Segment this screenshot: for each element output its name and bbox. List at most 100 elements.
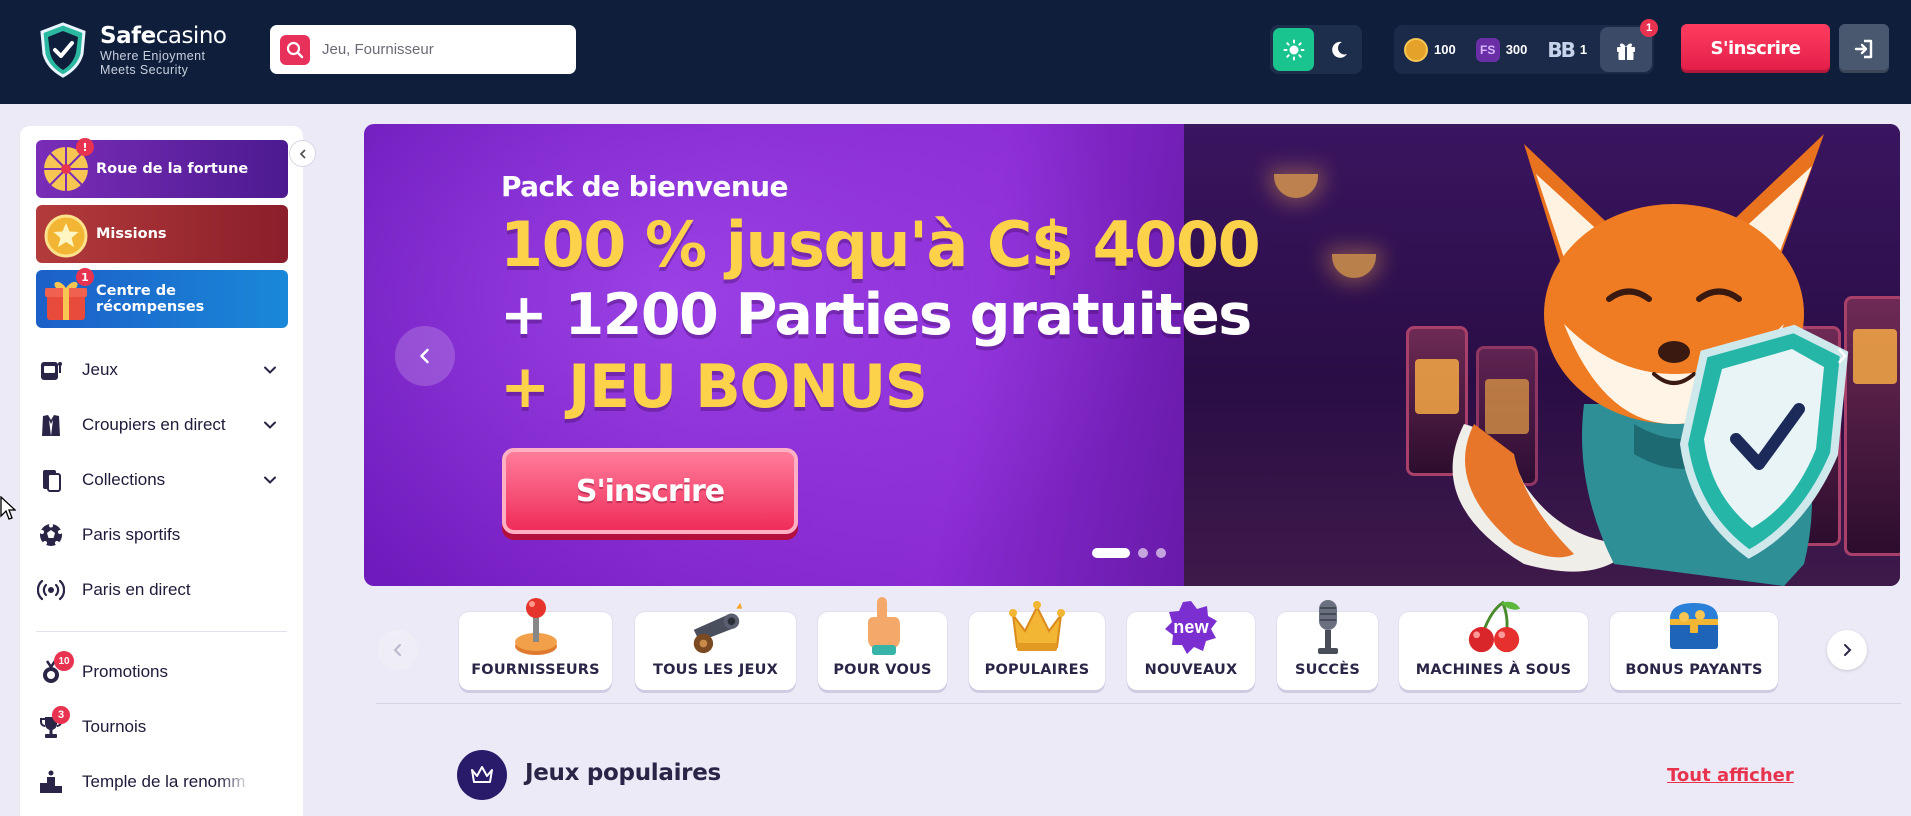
top-header: Safecasino Where Enjoyment Meets Securit… bbox=[0, 0, 1911, 104]
categories-next-button[interactable] bbox=[1827, 630, 1867, 670]
pointing-hand-icon bbox=[853, 596, 913, 658]
mouse-cursor-icon bbox=[0, 496, 16, 520]
banner-pagination bbox=[1092, 548, 1166, 558]
collapse-sidebar-button[interactable] bbox=[289, 140, 316, 167]
welcome-banner[interactable]: Pack de bienvenue 100 % jusqu'à C$ 4000 … bbox=[364, 124, 1900, 586]
banner-next-button[interactable] bbox=[1812, 326, 1872, 386]
dark-mode-button[interactable] bbox=[1318, 28, 1359, 71]
cards-icon bbox=[36, 465, 66, 495]
missions-label: Missions bbox=[96, 226, 167, 242]
category-label: BONUS PAYANTS bbox=[1625, 662, 1763, 678]
sidebar-item-live-dealers[interactable]: Croupiers en direct bbox=[36, 405, 286, 445]
crown-badge-icon bbox=[457, 750, 507, 800]
category-label: MACHINES À SOUS bbox=[1415, 662, 1572, 678]
sidebar-item-hall-of-fame[interactable]: Temple de la renomm bbox=[36, 762, 286, 802]
soccer-ball-icon bbox=[36, 520, 66, 550]
chevron-left-icon bbox=[420, 348, 429, 364]
chevron-down-icon[interactable] bbox=[262, 472, 278, 488]
gift-button[interactable]: 1 bbox=[1600, 19, 1658, 72]
category-slot-machines[interactable]: MACHINES À SOUS bbox=[1399, 600, 1588, 690]
free-spins-icon: FS bbox=[1475, 37, 1500, 62]
sidebar-item-label: Croupiers en direct bbox=[82, 415, 226, 434]
logo-text: Safecasino Where Enjoyment Meets Securit… bbox=[100, 23, 227, 77]
crown-icon bbox=[1007, 596, 1067, 658]
category-bonus-buys[interactable]: BONUS PAYANTS bbox=[1610, 603, 1778, 690]
missions-card[interactable]: Missions bbox=[36, 205, 288, 263]
bonus-buys-balance[interactable]: BB 1 bbox=[1547, 38, 1587, 62]
sidebar-item-collections[interactable]: Collections bbox=[36, 460, 286, 500]
search-box[interactable] bbox=[270, 25, 576, 74]
banner-prev-button[interactable] bbox=[395, 326, 455, 386]
banner-dot[interactable] bbox=[1092, 548, 1130, 558]
gift-icon bbox=[1617, 43, 1635, 60]
svg-text:new: new bbox=[1173, 617, 1209, 637]
chevron-down-icon[interactable] bbox=[262, 417, 278, 433]
sidebar-item-label: Tournois bbox=[82, 717, 147, 736]
login-button[interactable] bbox=[1839, 24, 1889, 73]
slot-machine-icon bbox=[36, 355, 66, 385]
promotions-badge: 10 bbox=[54, 651, 74, 671]
chevron-down-icon[interactable] bbox=[262, 362, 278, 378]
sidebar-item-label: Paris en direct bbox=[82, 580, 191, 599]
search-icon[interactable] bbox=[280, 34, 310, 65]
rewards-center-badge: 1 bbox=[76, 268, 94, 286]
star-medal-icon bbox=[36, 205, 96, 263]
site-logo[interactable]: Safecasino Where Enjoyment Meets Securit… bbox=[38, 22, 227, 78]
shield-logo-icon bbox=[40, 22, 86, 78]
fortune-wheel-badge: ! bbox=[76, 138, 94, 156]
sidebar-item-games[interactable]: Jeux bbox=[36, 350, 286, 390]
category-all-games[interactable]: TOUS LES JEUX bbox=[635, 602, 796, 690]
category-label: TOUS LES JEUX bbox=[653, 662, 778, 678]
see-all-link[interactable]: Tout afficher bbox=[1667, 765, 1794, 786]
chandelier-decoration bbox=[1332, 254, 1376, 278]
category-label: NOUVEAUX bbox=[1144, 662, 1238, 678]
free-spins-balance[interactable]: FS 300 bbox=[1475, 37, 1527, 62]
coins-balance[interactable]: 100 bbox=[1404, 37, 1456, 62]
new-badge-icon: new bbox=[1161, 596, 1221, 658]
banner-dot[interactable] bbox=[1156, 548, 1166, 558]
logo-tagline-1: Where Enjoyment bbox=[100, 49, 206, 63]
tournaments-badge: 3 bbox=[52, 706, 70, 724]
sidebar-item-promotions[interactable]: 10 Promotions bbox=[36, 651, 286, 692]
sidebar-item-sports-betting[interactable]: Paris sportifs bbox=[36, 515, 286, 555]
categories-prev-button[interactable] bbox=[378, 630, 418, 670]
chevron-right-icon bbox=[1838, 348, 1847, 364]
sidebar-item-label: Paris sportifs bbox=[82, 525, 181, 544]
search-input[interactable] bbox=[322, 41, 552, 58]
signup-button[interactable]: S'inscrire bbox=[1681, 24, 1830, 73]
category-providers[interactable]: FOURNISSEURS bbox=[459, 598, 612, 690]
theme-toggle[interactable] bbox=[1270, 25, 1362, 74]
dealer-suit-icon bbox=[36, 410, 66, 440]
fortune-wheel-card[interactable]: Roue de la fortune ! bbox=[36, 138, 288, 198]
trophy-icon: 3 bbox=[36, 706, 70, 742]
category-hits[interactable]: SUCCÈS bbox=[1277, 600, 1378, 690]
chandelier-decoration bbox=[1274, 174, 1318, 198]
sun-icon bbox=[1283, 39, 1304, 60]
chevron-left-icon bbox=[299, 149, 305, 158]
gift-badge: 1 bbox=[1640, 19, 1658, 37]
banner-headline-1: 100 % jusqu'à C$ 4000 bbox=[500, 208, 1261, 281]
sidebar-item-label: Temple de la renomm bbox=[82, 772, 246, 791]
sidebar-item-live-betting[interactable]: Paris en direct bbox=[36, 570, 286, 610]
rewards-center-label: Centre de récompenses bbox=[96, 283, 205, 315]
coin-icon bbox=[1404, 37, 1428, 62]
bonus-buys-icon: BB bbox=[1547, 37, 1575, 62]
sidebar-item-label: Promotions bbox=[82, 662, 168, 681]
light-mode-button[interactable] bbox=[1273, 28, 1314, 71]
logo-name: Safecasino bbox=[100, 23, 227, 49]
treasure-chest-icon bbox=[1664, 596, 1724, 658]
category-label: SUCCÈS bbox=[1294, 662, 1361, 678]
banner-dot[interactable] bbox=[1138, 548, 1148, 558]
rewards-center-card[interactable]: Centre de récompenses 1 bbox=[36, 268, 288, 328]
fortune-wheel-label: Roue de la fortune bbox=[96, 161, 249, 177]
category-popular[interactable]: POPULAIRES bbox=[969, 601, 1105, 690]
banner-signup-button[interactable]: S'inscrire bbox=[502, 448, 798, 534]
bonus-buys-value: 1 bbox=[1579, 42, 1588, 57]
category-new[interactable]: new NOUVEAUX bbox=[1127, 601, 1255, 690]
category-label: FOURNISSEURS bbox=[471, 662, 600, 678]
sidebar-item-tournaments[interactable]: 3 Tournois bbox=[36, 706, 286, 747]
category-for-you[interactable]: POUR VOUS bbox=[818, 597, 947, 690]
chevron-right-icon bbox=[1844, 644, 1852, 656]
moon-icon bbox=[1331, 41, 1347, 58]
broadcast-icon bbox=[36, 575, 66, 605]
